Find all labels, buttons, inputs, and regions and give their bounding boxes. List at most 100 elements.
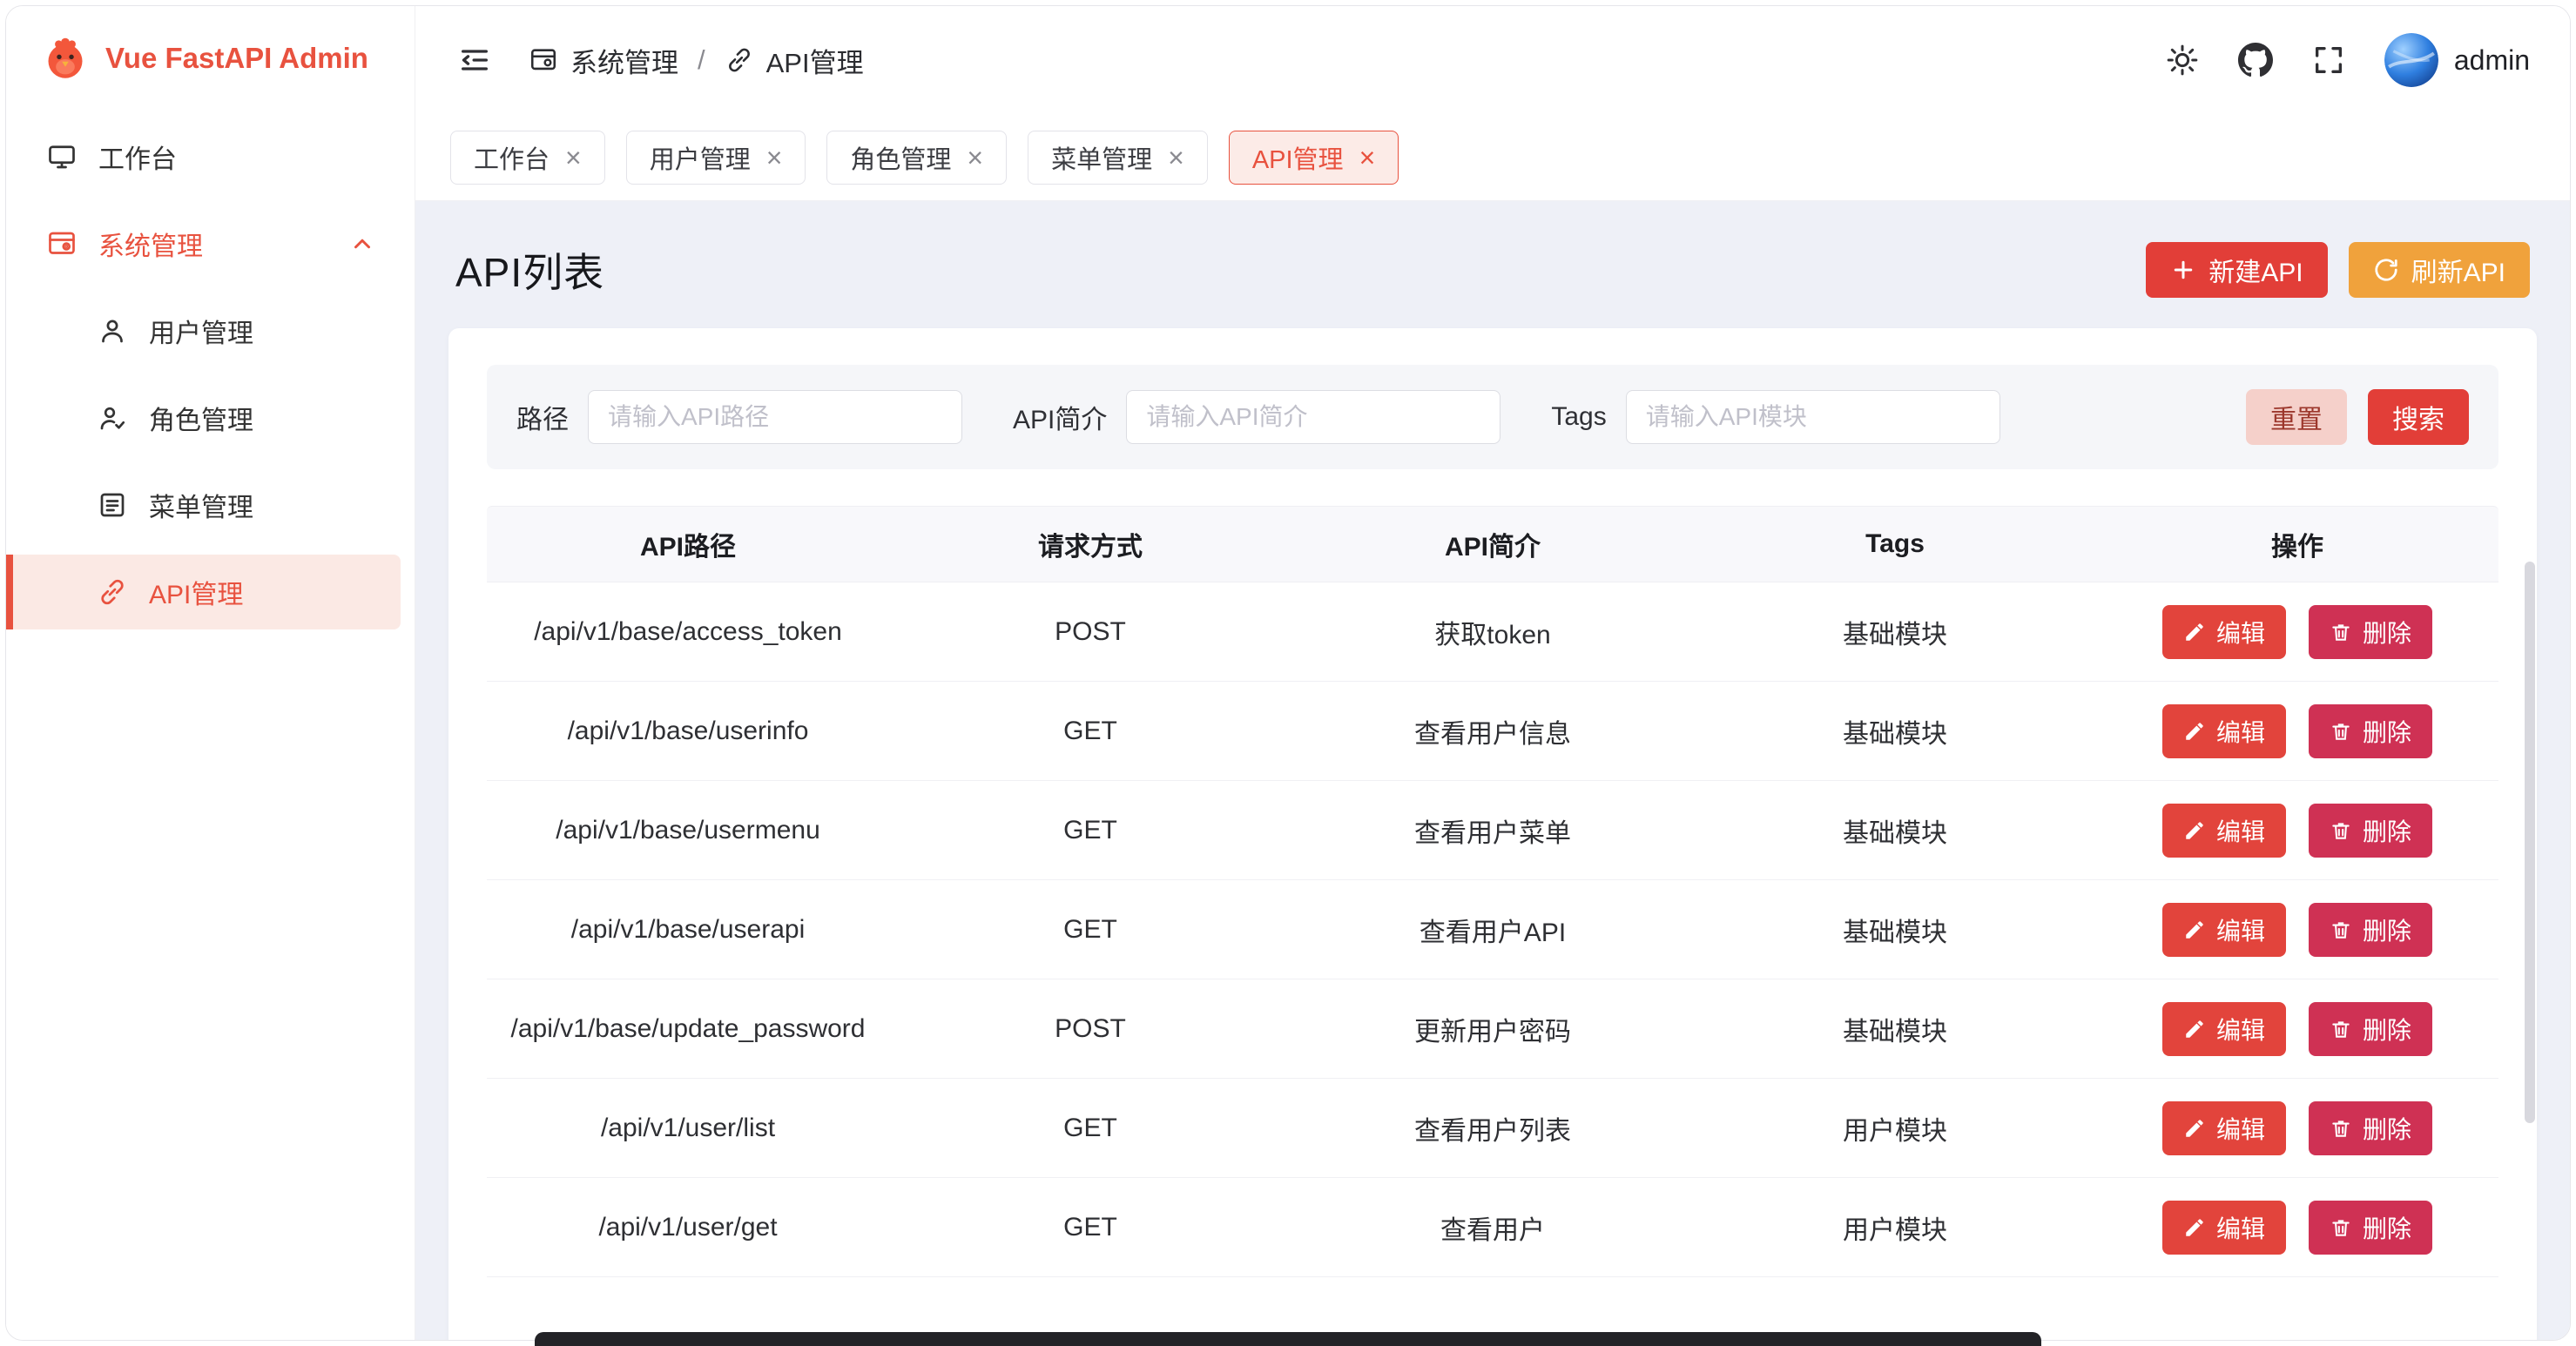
method-cell: GET: [889, 816, 1291, 845]
tab-api[interactable]: API管理 ×: [1229, 131, 1399, 185]
sidebar: Vue FastAPI Admin 工作台 系统管理: [6, 6, 415, 1340]
pencil-icon: [2183, 1018, 2206, 1040]
sidebar-item-api[interactable]: API管理: [6, 555, 401, 629]
fullscreen-icon[interactable]: [2311, 43, 2346, 77]
summary-cell: 查看用户: [1291, 1208, 1694, 1247]
delete-button[interactable]: 删除: [2309, 903, 2432, 957]
delete-button[interactable]: 删除: [2309, 1201, 2432, 1255]
edit-label: 编辑: [2216, 615, 2265, 649]
breadcrumb-label: 系统管理: [570, 41, 678, 80]
app-title: Vue FastAPI Admin: [105, 42, 368, 75]
sidebar-item-workbench[interactable]: 工作台: [6, 119, 401, 194]
edit-button[interactable]: 编辑: [2162, 605, 2286, 659]
path-input[interactable]: [588, 390, 962, 444]
dock-hint: [535, 1332, 2041, 1346]
sidebar-item-system[interactable]: 系统管理: [6, 206, 401, 281]
breadcrumb-item-api[interactable]: API管理: [725, 41, 864, 80]
edit-button[interactable]: 编辑: [2162, 1101, 2286, 1155]
theme-sun-icon[interactable]: [2165, 43, 2200, 77]
edit-button[interactable]: 编辑: [2162, 903, 2286, 957]
user-icon: [97, 315, 128, 347]
delete-label: 删除: [2363, 912, 2411, 947]
edit-label: 编辑: [2216, 1111, 2265, 1146]
summary-cell: 更新用户密码: [1291, 1010, 1694, 1048]
delete-button[interactable]: 删除: [2309, 1101, 2432, 1155]
filter-path-label: 路径: [516, 398, 569, 436]
tab-label: API管理: [1252, 139, 1344, 176]
api-icon: [725, 45, 754, 75]
trash-icon: [2330, 919, 2352, 941]
table-scrollbar[interactable]: [2525, 562, 2535, 1123]
edit-button[interactable]: 编辑: [2162, 804, 2286, 858]
delete-button[interactable]: 删除: [2309, 804, 2432, 858]
chevron-up-icon: [347, 228, 378, 259]
edit-label: 编辑: [2216, 813, 2265, 848]
filter-path: 路径: [516, 390, 962, 444]
tab-users[interactable]: 用户管理 ×: [626, 131, 806, 185]
method-cell: GET: [889, 1114, 1291, 1143]
search-button[interactable]: 搜索: [2368, 389, 2469, 445]
pencil-icon: [2183, 919, 2206, 941]
filter-tags: Tags: [1551, 390, 1999, 444]
plus-icon: [2170, 257, 2196, 283]
edit-button[interactable]: 编辑: [2162, 1201, 2286, 1255]
tags-cell: 基础模块: [1694, 911, 2096, 949]
app-logo[interactable]: Vue FastAPI Admin: [6, 6, 415, 107]
breadcrumb-item-system[interactable]: 系统管理: [529, 41, 678, 80]
close-icon[interactable]: ×: [967, 144, 983, 172]
refresh-api-label: 刷新API: [2411, 251, 2505, 289]
edit-button[interactable]: 编辑: [2162, 704, 2286, 758]
method-cell: GET: [889, 717, 1291, 746]
column-header-path: API路径: [487, 525, 889, 563]
new-api-label: 新建API: [2208, 251, 2303, 289]
pencil-icon: [2183, 720, 2206, 743]
user-menu[interactable]: admin: [2384, 33, 2530, 87]
delete-button[interactable]: 删除: [2309, 605, 2432, 659]
delete-button[interactable]: 删除: [2309, 704, 2432, 758]
edit-label: 编辑: [2216, 1210, 2265, 1245]
trash-icon: [2330, 621, 2352, 643]
tab-roles[interactable]: 角色管理 ×: [826, 131, 1007, 185]
edit-button[interactable]: 编辑: [2162, 1002, 2286, 1056]
sidebar-item-roles[interactable]: 角色管理: [6, 380, 401, 455]
tags-cell: 基础模块: [1694, 1010, 2096, 1048]
github-icon[interactable]: [2238, 43, 2273, 77]
sidebar-submenu-system: 用户管理 角色管理 菜单管理: [6, 293, 401, 629]
sidebar-item-label: 角色管理: [149, 399, 253, 437]
tab-workbench[interactable]: 工作台 ×: [450, 131, 605, 185]
delete-button[interactable]: 删除: [2309, 1002, 2432, 1056]
api-table: API路径 请求方式 API简介 Tags 操作 /api/v1/base/ac…: [487, 506, 2498, 1277]
collapse-sidebar-icon[interactable]: [457, 43, 492, 77]
system-icon: [529, 45, 558, 75]
refresh-api-button[interactable]: 刷新API: [2349, 242, 2530, 298]
method-cell: GET: [889, 915, 1291, 945]
pencil-icon: [2183, 1117, 2206, 1140]
trash-icon: [2330, 819, 2352, 842]
tags-cell: 基础模块: [1694, 712, 2096, 750]
app-window: Vue FastAPI Admin 工作台 系统管理: [5, 5, 2571, 1341]
new-api-button[interactable]: 新建API: [2146, 242, 2327, 298]
username: admin: [2454, 44, 2530, 77]
role-icon: [97, 402, 128, 434]
sidebar-item-users[interactable]: 用户管理: [6, 293, 401, 368]
sidebar-menu: 工作台 系统管理: [6, 107, 415, 642]
chick-logo-icon: [43, 36, 88, 81]
sidebar-item-menus[interactable]: 菜单管理: [6, 468, 401, 542]
summary-input[interactable]: [1126, 390, 1500, 444]
system-icon: [46, 228, 78, 259]
row-actions: 编辑 删除: [2096, 605, 2498, 659]
close-icon[interactable]: ×: [1168, 144, 1184, 172]
close-icon[interactable]: ×: [1359, 144, 1376, 172]
close-icon[interactable]: ×: [565, 144, 582, 172]
summary-cell: 查看用户API: [1291, 911, 1694, 949]
page-title: API列表: [455, 241, 604, 299]
tab-menus[interactable]: 菜单管理 ×: [1028, 131, 1208, 185]
tags-input[interactable]: [1626, 390, 2000, 444]
table-row: /api/v1/base/userinfo GET 查看用户信息 基础模块 编辑: [487, 682, 2498, 781]
close-icon[interactable]: ×: [766, 144, 783, 172]
avatar: [2384, 33, 2438, 87]
sidebar-item-label: 工作台: [98, 138, 177, 176]
reset-button[interactable]: 重置: [2246, 389, 2347, 445]
sidebar-item-label: 用户管理: [149, 312, 253, 350]
filter-tags-label: Tags: [1551, 402, 1606, 432]
